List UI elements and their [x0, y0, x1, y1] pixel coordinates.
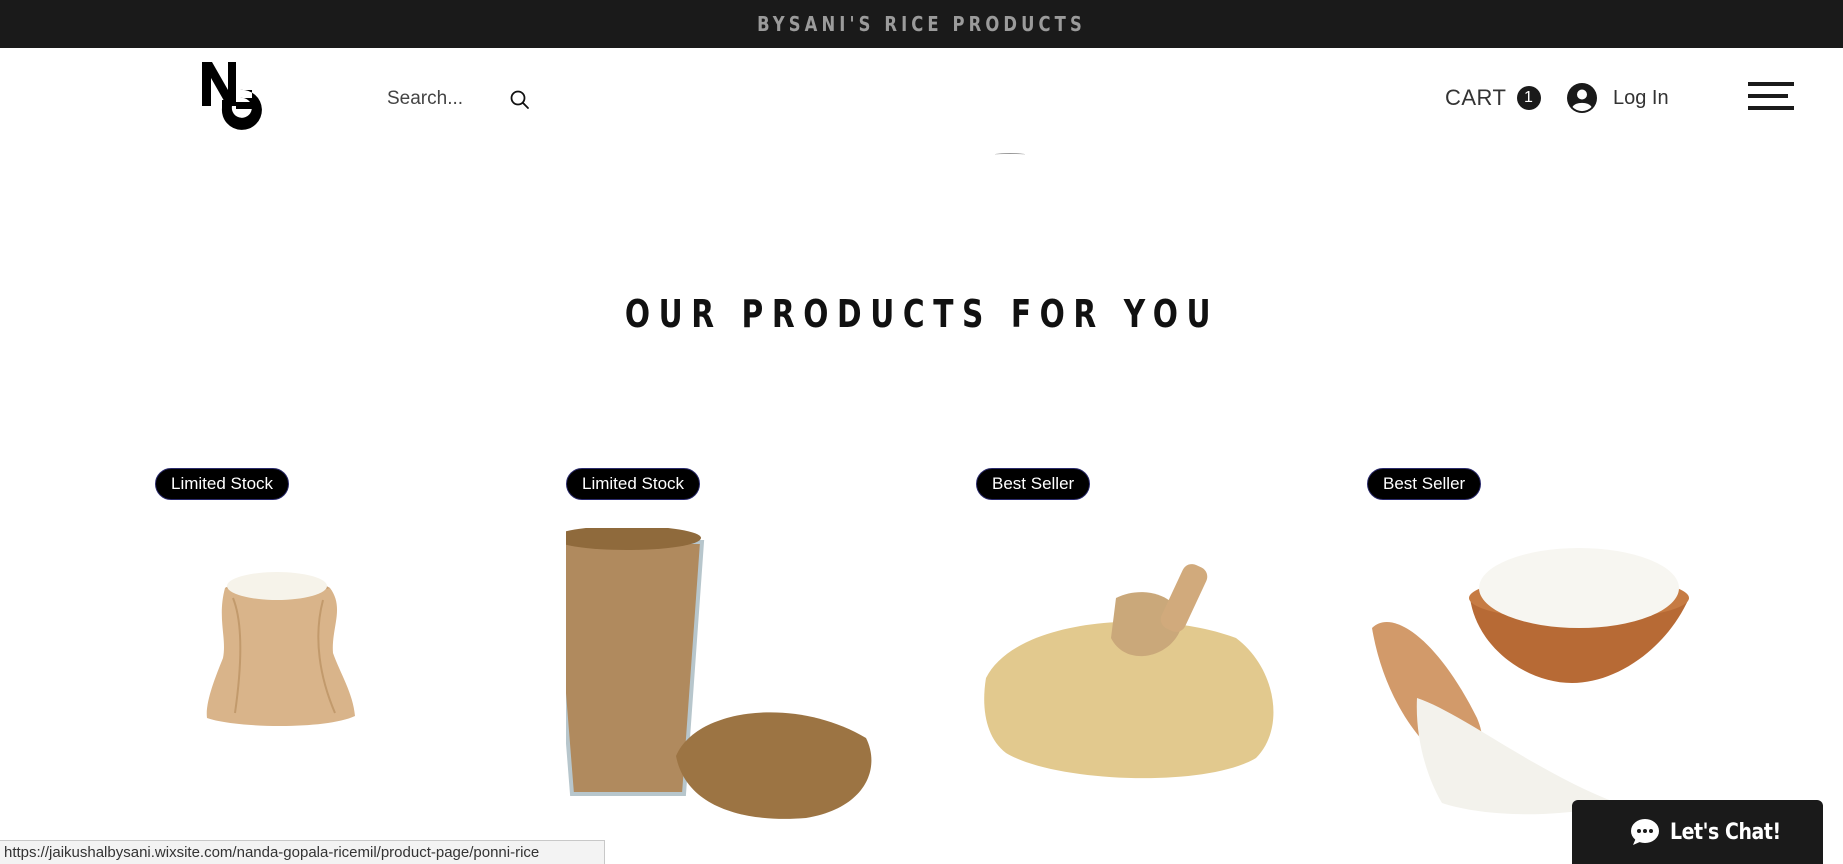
hamburger-menu-icon[interactable] — [1748, 78, 1794, 114]
cart-count-badge: 1 — [1516, 86, 1541, 110]
brown-rice-glass-image[interactable] — [566, 528, 946, 864]
product-card[interactable]: Limited Stock — [566, 468, 946, 864]
site-header: CART 1 Log In — [0, 48, 1843, 150]
chat-label: Let's Chat! — [1670, 819, 1781, 845]
product-badge: Best Seller — [1367, 468, 1482, 500]
rice-sack-image[interactable] — [155, 528, 535, 864]
login-label: Log In — [1613, 86, 1669, 109]
chat-bubble-icon — [1631, 819, 1659, 845]
login-button[interactable]: Log In — [1567, 80, 1669, 116]
section-title: OUR PRODUCTS FOR YOU — [0, 292, 1843, 336]
search-box — [387, 82, 537, 116]
product-badge: Limited Stock — [155, 468, 290, 500]
search-input[interactable] — [387, 88, 507, 110]
announcement-bar: BYSANI'S RICE PRODUCTS — [0, 0, 1843, 48]
slider-indicator — [995, 153, 1025, 156]
user-avatar-icon — [1567, 83, 1597, 113]
product-card[interactable]: Best Seller — [976, 468, 1356, 864]
lets-chat-button[interactable]: Let's Chat! — [1572, 800, 1823, 864]
product-badge: Best Seller — [976, 468, 1091, 500]
search-icon[interactable] — [509, 89, 531, 111]
product-card[interactable]: Limited Stock — [155, 468, 535, 864]
product-badge: Limited Stock — [566, 468, 701, 500]
site-logo[interactable] — [200, 58, 264, 138]
cart-label: CART — [1445, 85, 1507, 110]
status-bar-url: https://jaikushalbysani.wixsite.com/nand… — [0, 840, 605, 864]
cart-button[interactable]: CART 1 — [1445, 82, 1541, 114]
announcement-text: BYSANI'S RICE PRODUCTS — [757, 12, 1086, 36]
section-title-text: OUR PRODUCTS FOR YOU — [624, 292, 1219, 336]
broken-rice-scoop-image[interactable] — [976, 528, 1356, 864]
